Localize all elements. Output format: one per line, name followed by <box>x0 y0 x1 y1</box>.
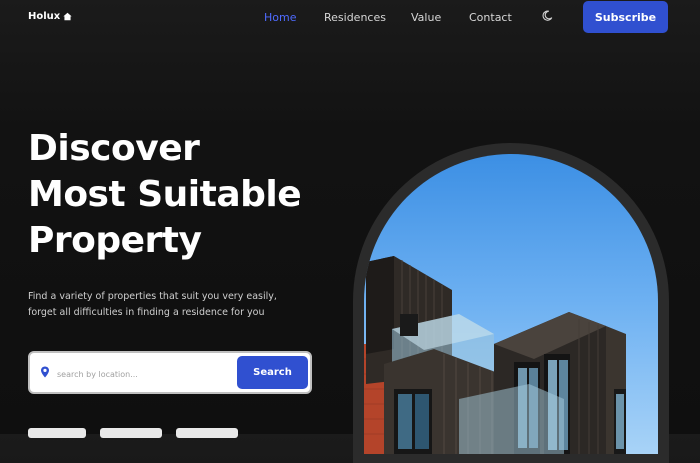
hero-title: Discover Most Suitable Property <box>28 126 302 264</box>
location-pin-icon <box>41 366 49 378</box>
navbar: Holux Home Residences Value Contact Subs… <box>0 0 700 36</box>
nav-link-contact[interactable]: Contact <box>469 11 512 24</box>
hero-building-image <box>364 154 658 454</box>
hero-description: Find a variety of properties that suit y… <box>28 289 277 321</box>
brand-name: Holux <box>28 11 61 22</box>
subscribe-button[interactable]: Subscribe <box>583 1 668 33</box>
search-button[interactable]: Search <box>237 356 308 389</box>
moon-icon[interactable] <box>541 10 553 22</box>
location-search-bar: Search <box>28 351 312 394</box>
hero-description-line: forget all difficulties in finding a res… <box>28 307 265 318</box>
nav-link-home[interactable]: Home <box>264 11 296 24</box>
brand-logo[interactable]: Holux <box>28 11 72 22</box>
nav-link-value[interactable]: Value <box>411 11 441 24</box>
hero-title-line: Discover <box>28 128 200 169</box>
nav-link-residences[interactable]: Residences <box>324 11 386 24</box>
hero-title-line: Most Suitable <box>28 174 302 215</box>
hero-title-line: Property <box>28 220 202 261</box>
stats-row-cropped <box>28 428 238 438</box>
home-icon <box>63 12 72 21</box>
hero-description-line: Find a variety of properties that suit y… <box>28 291 277 302</box>
location-search-input[interactable] <box>55 364 239 384</box>
